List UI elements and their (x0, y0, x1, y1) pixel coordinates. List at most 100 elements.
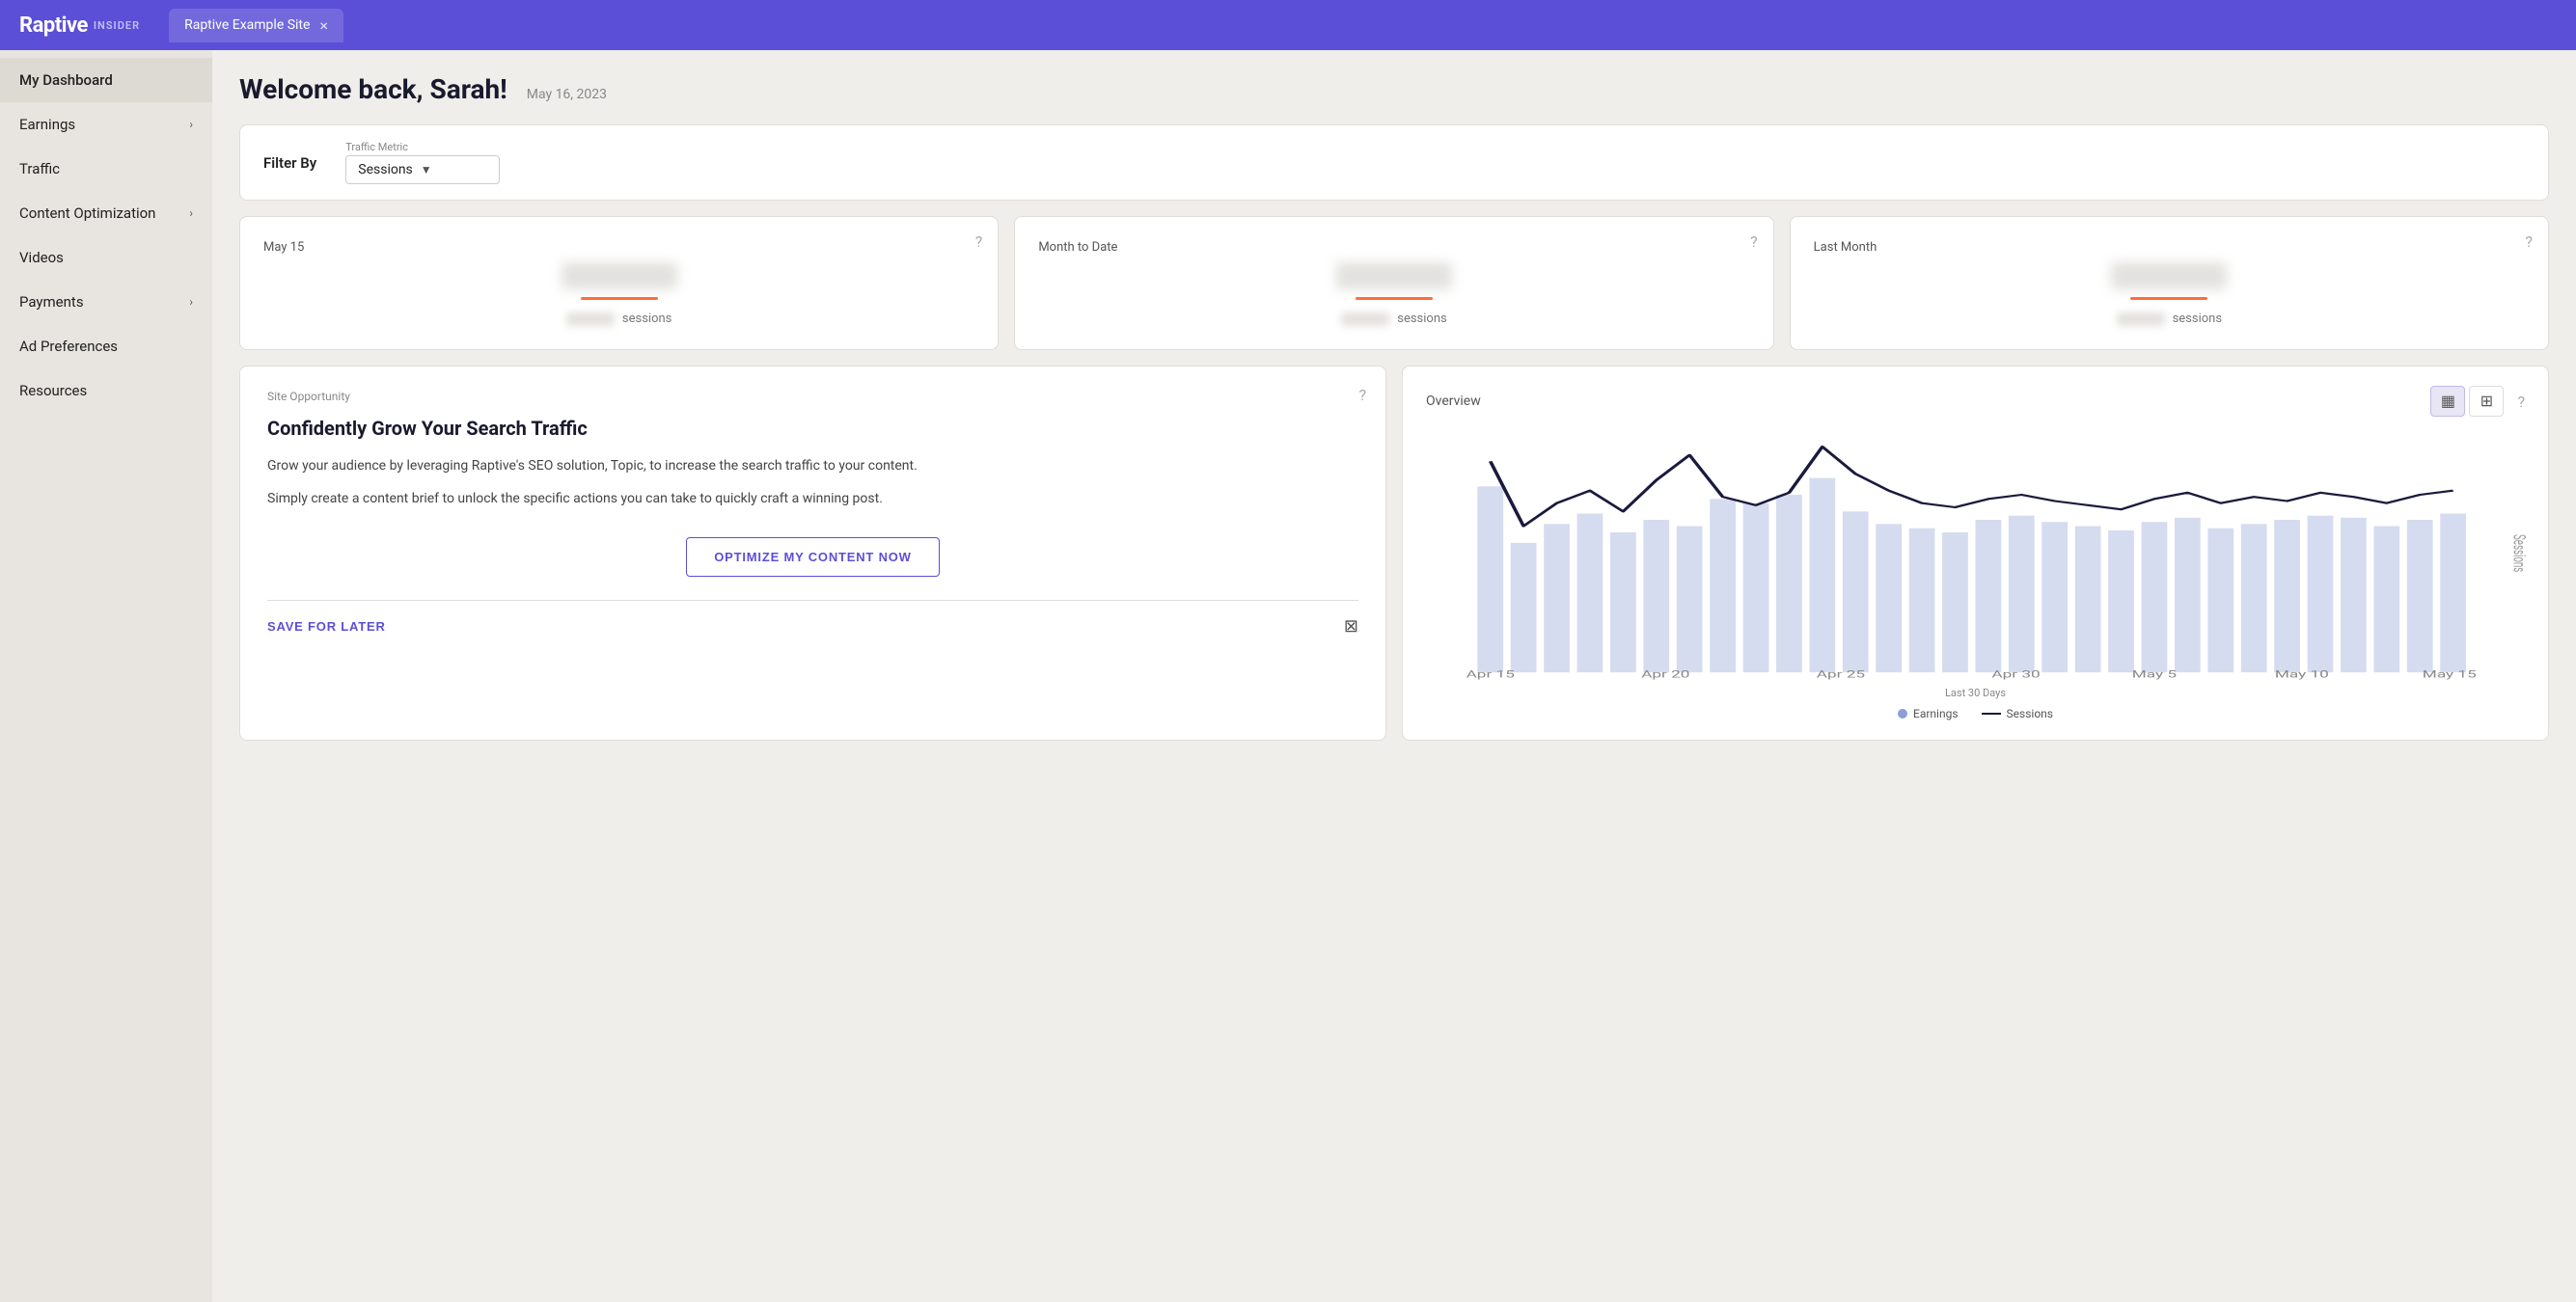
svg-text:Apr 20: Apr 20 (1641, 669, 1689, 680)
svg-text:May 5: May 5 (2132, 669, 2177, 680)
sidebar: My Dashboard Earnings › Traffic Content … (0, 50, 212, 1302)
logo: Raptive INSIDER (19, 14, 140, 38)
save-later-button[interactable]: SAVE FOR LATER (267, 619, 386, 634)
stat-sessions-blurred (2117, 312, 2165, 326)
help-icon[interactable]: ? (2525, 232, 2533, 251)
overview-title: Overview (1426, 393, 1481, 409)
stat-sessions-row: sessions (1341, 312, 1447, 326)
chevron-right-icon: › (189, 118, 193, 131)
save-later-row: SAVE FOR LATER ⊠ (267, 616, 1358, 637)
stat-title: Month to Date (1038, 240, 1117, 255)
stat-sessions-label: sessions (1397, 312, 1447, 326)
stat-value-blurred (562, 262, 677, 289)
sessions-line (1982, 713, 2001, 715)
optimize-btn-row: OPTIMIZE MY CONTENT NOW (267, 537, 1358, 577)
page-date: May 16, 2023 (527, 87, 607, 102)
logo-text: Raptive (19, 14, 88, 38)
opportunity-section-label: Site Opportunity (267, 390, 1358, 403)
stat-sessions-row: sessions (566, 312, 672, 326)
sidebar-item-label: Ad Preferences (19, 338, 118, 355)
svg-text:Apr 15: Apr 15 (1466, 669, 1515, 680)
tab-close-button[interactable]: × (319, 16, 328, 35)
sidebar-item-label: Content Optimization (19, 204, 155, 222)
earnings-dot (1898, 709, 1907, 719)
sidebar-item-resources[interactable]: Resources (0, 368, 212, 413)
sidebar-item-earnings[interactable]: Earnings › (0, 102, 212, 147)
main-content: Welcome back, Sarah! May 16, 2023 Filter… (212, 50, 2576, 1302)
legend-earnings-label: Earnings (1913, 707, 1959, 720)
page-header: Welcome back, Sarah! May 16, 2023 (239, 73, 2549, 105)
sidebar-item-label: Payments (19, 293, 84, 311)
opportunity-desc-2: Simply create a content brief to unlock … (267, 488, 1358, 509)
filter-label: Filter By (263, 154, 316, 172)
opportunity-desc-1: Grow your audience by leveraging Raptive… (267, 455, 1358, 476)
svg-text:Apr 25: Apr 25 (1817, 669, 1865, 680)
optimize-button[interactable]: OPTIMIZE MY CONTENT NOW (686, 537, 940, 577)
stat-underline (1356, 297, 1433, 300)
chart-bar-icon: ▦ (2441, 392, 2455, 411)
svg-text:May 10: May 10 (2275, 669, 2329, 680)
sidebar-item-label: Resources (19, 382, 87, 399)
chart-table-button[interactable]: ⊞ (2469, 386, 2504, 417)
overview-chart: Earnings Sessions (1422, 432, 2529, 683)
sidebar-item-payments[interactable]: Payments › (0, 280, 212, 324)
overview-controls: ▦ ⊞ (2430, 386, 2504, 417)
sidebar-item-label: Earnings (19, 116, 75, 133)
opportunity-card: Site Opportunity ? Confidently Grow Your… (239, 366, 1386, 741)
stat-value-area: sessions (263, 255, 974, 330)
stat-sessions-label: sessions (622, 312, 672, 326)
stat-underline (581, 297, 658, 300)
topbar: Raptive INSIDER Raptive Example Site × (0, 0, 2576, 50)
help-icon[interactable]: ? (1750, 232, 1758, 251)
help-icon[interactable]: ? (975, 232, 983, 251)
stat-card-last-month: Last Month ? sessions (1790, 216, 2549, 350)
legend-sessions: Sessions (1982, 707, 2053, 720)
chart-table-icon: ⊞ (2480, 392, 2493, 411)
opportunity-title: Confidently Grow Your Search Traffic (267, 417, 1358, 440)
stats-row: May 15 ? sessions Month to Date ? (239, 216, 2549, 350)
svg-text:May 15: May 15 (2423, 669, 2477, 680)
stat-sessions-blurred (1341, 312, 1389, 326)
sidebar-item-label: Traffic (19, 160, 60, 177)
main-layout: My Dashboard Earnings › Traffic Content … (0, 50, 2576, 1302)
overview-help-icon[interactable]: ? (2517, 393, 2525, 411)
stat-underline (2130, 297, 2207, 300)
stat-title: May 15 (263, 240, 304, 255)
stat-card-may15: May 15 ? sessions (239, 216, 999, 350)
sidebar-item-dashboard[interactable]: My Dashboard (0, 58, 212, 102)
traffic-metric-group: Traffic Metric Sessions ▼ (345, 141, 500, 184)
bottom-row: Site Opportunity ? Confidently Grow Your… (239, 366, 2549, 741)
chart-bar-button[interactable]: ▦ (2430, 386, 2465, 417)
chevron-right-icon: › (189, 206, 193, 220)
sidebar-item-label: My Dashboard (19, 71, 113, 89)
sessions-value: Sessions (358, 162, 413, 177)
logo-badge: INSIDER (94, 19, 140, 32)
overview-header: Overview ▦ ⊞ ? (1426, 386, 2525, 417)
select-arrow-icon: ▼ (421, 163, 432, 176)
stat-value-blurred (2111, 262, 2227, 289)
legend-earnings: Earnings (1898, 707, 1959, 720)
tab-title: Raptive Example Site (184, 17, 310, 33)
sidebar-item-ad-preferences[interactable]: Ad Preferences (0, 324, 212, 368)
sessions-select[interactable]: Sessions ▼ (345, 155, 500, 184)
sidebar-item-label: Videos (19, 249, 64, 266)
legend-sessions-label: Sessions (2007, 707, 2053, 720)
opportunity-help-icon[interactable]: ? (1358, 386, 1366, 404)
chart-x-label: Last 30 Days (1426, 687, 2525, 699)
sidebar-item-content-optimization[interactable]: Content Optimization › (0, 191, 212, 235)
stat-value-area: sessions (1038, 255, 1749, 330)
overview-card: Overview ▦ ⊞ ? (1402, 366, 2549, 741)
page-title: Welcome back, Sarah! (239, 73, 507, 105)
opportunity-divider (267, 600, 1358, 601)
dismiss-icon[interactable]: ⊠ (1344, 616, 1358, 637)
stat-value-area: sessions (1814, 255, 2525, 330)
filter-bar: Filter By Traffic Metric Sessions ▼ (239, 124, 2549, 201)
stat-sessions-label: sessions (2173, 312, 2223, 326)
browser-tab[interactable]: Raptive Example Site × (169, 9, 343, 42)
metric-label: Traffic Metric (345, 141, 500, 153)
stat-sessions-row: sessions (2117, 312, 2223, 326)
stat-value-blurred (1336, 262, 1452, 289)
sidebar-item-videos[interactable]: Videos (0, 235, 212, 280)
sidebar-item-traffic[interactable]: Traffic (0, 147, 212, 191)
overview-controls-group: ▦ ⊞ ? (2430, 386, 2525, 417)
